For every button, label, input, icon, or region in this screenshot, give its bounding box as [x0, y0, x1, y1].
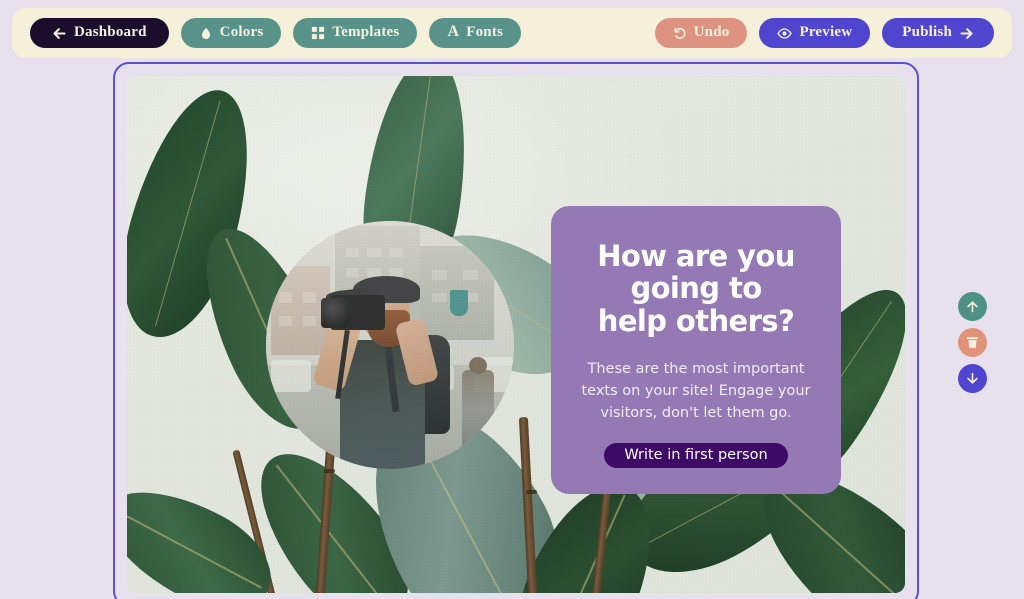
- text-block-card[interactable]: How are you going to help others? These …: [551, 206, 841, 494]
- publish-button[interactable]: Publish: [882, 18, 994, 48]
- photographer-figure: [266, 221, 514, 469]
- arrow-left-icon: [52, 26, 67, 41]
- preview-button-label: Preview: [799, 23, 853, 40]
- colors-button[interactable]: Colors: [180, 18, 282, 48]
- undo-arrow-icon: [673, 26, 687, 40]
- colors-button-label: Colors: [219, 23, 264, 40]
- templates-button-label: Templates: [332, 23, 400, 40]
- block-controls: [958, 292, 987, 393]
- undo-button[interactable]: Undo: [654, 18, 748, 48]
- canvas-inner: How are you going to help others? These …: [127, 76, 905, 593]
- arrow-right-icon: [959, 26, 974, 41]
- trash-icon: [965, 335, 980, 350]
- publish-button-label: Publish: [902, 23, 952, 40]
- arrow-up-icon: [965, 299, 980, 314]
- dashboard-button-label: Dashboard: [74, 23, 147, 40]
- preview-button[interactable]: Preview: [759, 18, 871, 48]
- card-heading: How are you going to help others?: [597, 239, 795, 338]
- fonts-button[interactable]: A Fonts: [429, 18, 522, 48]
- droplet-icon: [199, 26, 213, 41]
- arrow-down-icon: [965, 371, 980, 386]
- circular-photo[interactable]: [266, 221, 514, 469]
- dashboard-button[interactable]: Dashboard: [30, 18, 169, 48]
- stem-node: [323, 468, 335, 473]
- fonts-button-label: Fonts: [466, 23, 504, 40]
- stem-node: [526, 489, 538, 494]
- eye-icon: [777, 26, 793, 41]
- letter-a-icon: A: [447, 23, 460, 40]
- camera-lens: [320, 297, 351, 328]
- card-body-text: These are the most important texts on yo…: [581, 361, 811, 421]
- move-up-button[interactable]: [958, 292, 987, 321]
- canvas-frame[interactable]: How are you going to help others? These …: [113, 62, 919, 599]
- write-in-first-person-button[interactable]: Write in first person: [604, 442, 788, 468]
- templates-button[interactable]: Templates: [293, 18, 418, 48]
- move-down-button[interactable]: [958, 364, 987, 393]
- grid-icon: [311, 26, 325, 40]
- delete-block-button[interactable]: [958, 328, 987, 357]
- undo-button-label: Undo: [693, 23, 730, 40]
- editor-toolbar: Dashboard Colors Templates A Fonts Undo …: [12, 8, 1012, 58]
